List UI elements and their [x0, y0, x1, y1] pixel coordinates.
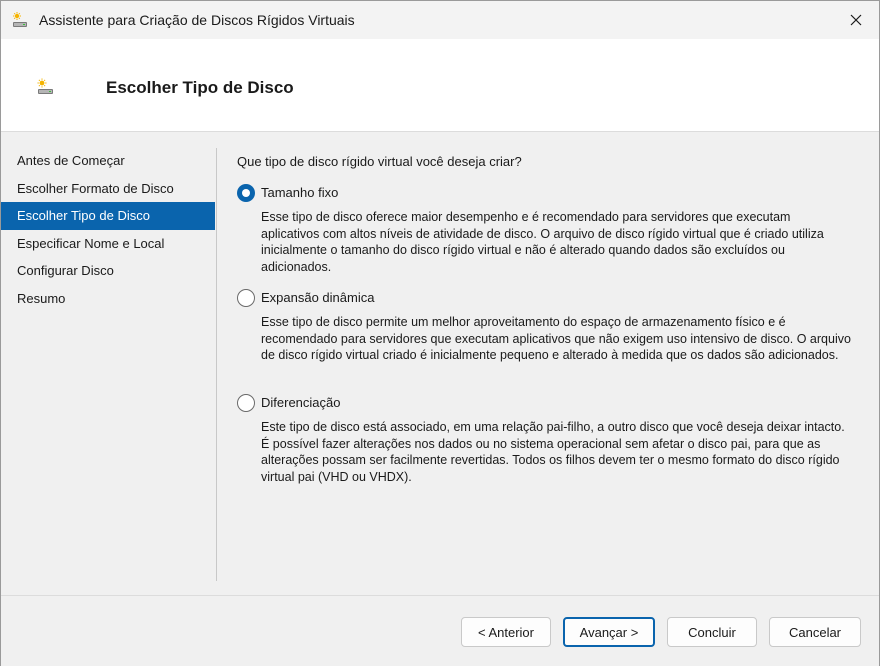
sidebar-item-resumo[interactable]: Resumo — [1, 285, 215, 313]
close-button[interactable] — [833, 1, 879, 39]
fixed-size-radio[interactable] — [237, 184, 255, 202]
fixed-size-label[interactable]: Tamanho fixo — [261, 185, 338, 200]
disk-wizard-icon — [35, 77, 55, 97]
next-button[interactable]: Avançar > — [563, 617, 655, 647]
disk-wizard-icon — [11, 11, 29, 29]
wizard-steps-nav: Antes de Começar Escolher Formato de Dis… — [1, 147, 215, 312]
differencing-description: Este tipo de disco está associado, em um… — [261, 420, 845, 484]
close-icon — [850, 14, 862, 26]
sidebar-item-escolher-tipo[interactable]: Escolher Tipo de Disco — [1, 202, 215, 230]
wizard-content: Antes de Começar Escolher Formato de Dis… — [1, 133, 879, 595]
differencing-radio[interactable] — [237, 394, 255, 412]
cancel-button[interactable]: Cancelar — [769, 617, 861, 647]
wizard-header: Escolher Tipo de Disco — [1, 39, 879, 132]
sidebar-divider — [216, 148, 217, 581]
page-title: Escolher Tipo de Disco — [106, 78, 294, 97]
wizard-footer: < Anterior Avançar > Concluir Cancelar — [1, 596, 879, 666]
sidebar-item-configurar-disco[interactable]: Configurar Disco — [1, 257, 215, 285]
wizard-window: Assistente para Criação de Discos Rígido… — [0, 0, 880, 666]
title-bar[interactable]: Assistente para Criação de Discos Rígido… — [1, 1, 879, 39]
back-button[interactable]: < Anterior — [461, 617, 551, 647]
disk-type-question: Que tipo de disco rígido virtual você de… — [237, 154, 522, 169]
window-title: Assistente para Criação de Discos Rígido… — [39, 12, 355, 28]
dynamic-expansion-radio[interactable] — [237, 289, 255, 307]
sidebar-item-antes-de-comecar[interactable]: Antes de Começar — [1, 147, 215, 175]
finish-button[interactable]: Concluir — [667, 617, 757, 647]
fixed-size-description: Esse tipo de disco oferece maior desempe… — [261, 210, 824, 274]
sidebar-item-escolher-formato[interactable]: Escolher Formato de Disco — [1, 175, 215, 203]
differencing-label[interactable]: Diferenciação — [261, 395, 341, 410]
sidebar-item-especificar-nome[interactable]: Especificar Nome e Local — [1, 230, 215, 258]
dynamic-expansion-description: Esse tipo de disco permite um melhor apr… — [261, 315, 851, 362]
dynamic-expansion-label[interactable]: Expansão dinâmica — [261, 290, 374, 305]
